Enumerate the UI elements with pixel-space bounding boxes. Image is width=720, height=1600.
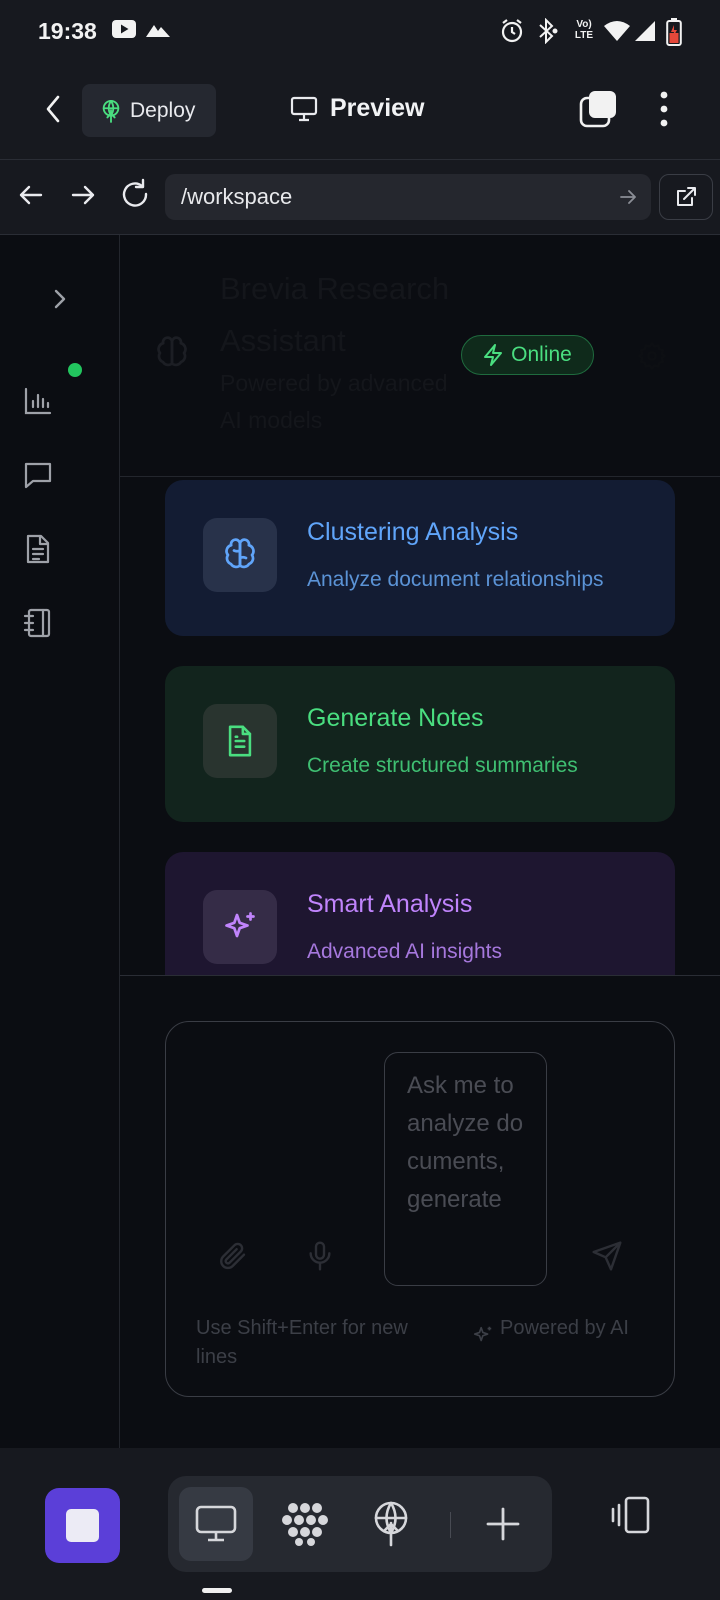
wifi-icon xyxy=(604,20,630,42)
globe-upload-icon xyxy=(371,1501,411,1547)
volte-indicator: Vo) LTE xyxy=(574,19,594,41)
generate-notes-card[interactable]: Generate Notes Create structured summari… xyxy=(165,666,675,822)
device-frame-icon[interactable] xyxy=(610,1495,656,1535)
signal-icon xyxy=(634,20,656,42)
powered-text: Powered by AI xyxy=(500,1317,629,1339)
stop-icon xyxy=(66,1509,99,1542)
forward-arrow-icon[interactable] xyxy=(66,178,100,212)
reload-icon[interactable] xyxy=(118,178,152,212)
stop-button[interactable] xyxy=(45,1488,120,1563)
external-link-icon xyxy=(674,185,698,209)
url-input[interactable]: /workspace xyxy=(165,174,651,220)
deploy-label: Deploy xyxy=(130,98,196,122)
status-bar: 19:38 Vo) LTE xyxy=(0,0,720,64)
more-options-icon[interactable] xyxy=(648,89,680,129)
card-icon-box xyxy=(203,704,277,778)
brain-icon xyxy=(222,537,258,573)
composer-area: Ask me to analyze documents, generate Us… xyxy=(120,975,720,1448)
youtube-icon xyxy=(112,20,136,38)
card-title: Generate Notes xyxy=(307,704,484,732)
back-arrow-icon[interactable] xyxy=(14,178,48,212)
composer: Ask me to analyze documents, generate Us… xyxy=(165,1021,675,1397)
document-icon[interactable] xyxy=(22,533,54,565)
dots-grid-icon xyxy=(281,1500,329,1548)
toolbar-divider xyxy=(450,1512,451,1538)
app-header: Deploy Preview xyxy=(0,64,720,159)
notebook-icon[interactable] xyxy=(22,607,54,639)
online-indicator xyxy=(68,363,82,377)
home-indicator xyxy=(202,1588,232,1593)
smart-analysis-card[interactable]: Smart Analysis Advanced AI insights xyxy=(165,852,675,975)
browser-bar: /workspace xyxy=(0,159,720,235)
sparkles-icon xyxy=(222,909,258,945)
tabs-button[interactable] xyxy=(578,89,618,129)
alarm-icon xyxy=(500,18,524,44)
card-title: Clustering Analysis xyxy=(307,518,519,546)
sidebar xyxy=(0,235,120,1448)
chat-icon[interactable] xyxy=(22,459,54,491)
dots-tool-button[interactable] xyxy=(268,1487,342,1561)
clustering-analysis-card[interactable]: Clustering Analysis Analyze document rel… xyxy=(165,480,675,636)
card-description: Advanced AI insights xyxy=(307,940,502,963)
card-description: Create structured summaries xyxy=(307,754,578,777)
deploy-tool-button[interactable] xyxy=(354,1487,428,1561)
go-arrow-icon[interactable] xyxy=(617,186,639,208)
preview-content: Brevia Research Assistant Powered by adv… xyxy=(0,235,720,1448)
input-hint: Use Shift+Enter for new lines xyxy=(196,1317,408,1368)
add-button[interactable] xyxy=(466,1487,540,1561)
battery-icon xyxy=(666,18,682,46)
sparkles-icon xyxy=(472,1324,494,1346)
plus-icon xyxy=(485,1506,521,1542)
card-description: Analyze document relationships xyxy=(307,568,604,591)
tool-group xyxy=(168,1476,552,1572)
action-cards: Clustering Analysis Analyze document rel… xyxy=(120,235,720,975)
send-icon[interactable] xyxy=(591,1240,623,1272)
bottom-toolbar xyxy=(0,1448,720,1600)
expand-sidebar-icon[interactable] xyxy=(46,285,78,317)
deploy-button[interactable]: Deploy xyxy=(82,84,216,137)
file-text-icon xyxy=(223,723,257,759)
monitor-icon xyxy=(195,1504,237,1544)
card-title: Smart Analysis xyxy=(307,890,473,918)
powered-by-ai: Powered by AI xyxy=(472,1314,642,1343)
microphone-icon[interactable] xyxy=(304,1240,336,1272)
paperclip-icon[interactable] xyxy=(216,1240,248,1272)
message-input[interactable]: Ask me to analyze documents, generate xyxy=(384,1052,547,1286)
card-icon-box xyxy=(203,518,277,592)
preview-tool-button[interactable] xyxy=(179,1487,253,1561)
back-button[interactable] xyxy=(36,91,72,127)
analytics-icon[interactable] xyxy=(22,385,54,417)
status-time: 19:38 xyxy=(38,18,97,44)
preview-title: Preview xyxy=(290,94,425,123)
open-external-button[interactable] xyxy=(659,174,713,220)
deploy-icon xyxy=(100,98,122,124)
card-icon-box xyxy=(203,890,277,964)
bluetooth-icon xyxy=(536,18,558,44)
url-text: /workspace xyxy=(181,184,293,209)
page-title: Preview xyxy=(330,94,425,122)
monitor-icon xyxy=(290,96,318,122)
mountain-icon xyxy=(146,22,170,38)
